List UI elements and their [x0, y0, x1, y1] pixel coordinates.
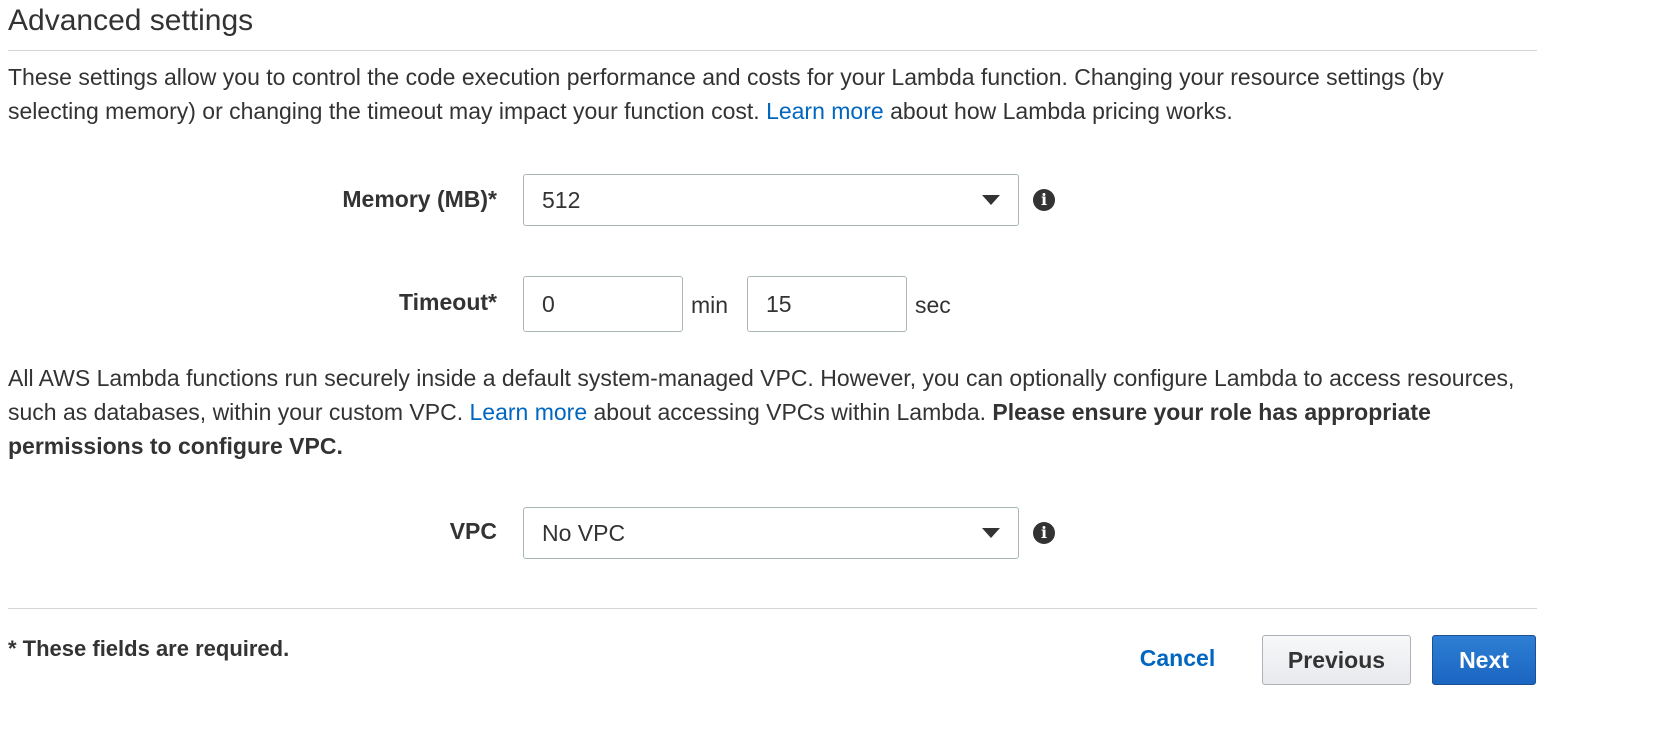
footer-divider	[8, 608, 1537, 609]
section-title: Advanced settings	[8, 4, 254, 37]
vpc-info-text-end: about accessing VPCs within Lambda.	[587, 399, 993, 425]
intro-paragraph: These settings allow you to control the …	[8, 60, 1538, 128]
vpc-select-value: No VPC	[542, 520, 626, 546]
intro-text-end: about how Lambda pricing works.	[883, 98, 1233, 124]
vpc-label: VPC	[449, 518, 497, 544]
previous-button[interactable]: Previous	[1262, 635, 1411, 685]
chevron-down-icon	[982, 528, 1000, 538]
section-divider	[8, 50, 1537, 51]
timeout-label: Timeout*	[399, 289, 497, 315]
seconds-unit-label: sec	[915, 292, 951, 318]
pricing-learn-more-link[interactable]: Learn more	[766, 98, 884, 124]
next-button[interactable]: Next	[1432, 635, 1536, 685]
memory-select-value: 512	[542, 187, 581, 213]
memory-info-icon[interactable]: i	[1033, 189, 1055, 211]
chevron-down-icon	[982, 195, 1000, 205]
required-fields-note: * These fields are required.	[8, 636, 290, 661]
cancel-button[interactable]: Cancel	[1130, 640, 1225, 676]
vpc-select[interactable]: No VPC	[523, 507, 1019, 559]
memory-select[interactable]: 512	[523, 174, 1019, 226]
timeout-seconds-input[interactable]	[747, 276, 907, 332]
vpc-info-icon[interactable]: i	[1033, 522, 1055, 544]
vpc-info-paragraph: All AWS Lambda functions run securely in…	[8, 361, 1538, 463]
minutes-unit-label: min	[691, 292, 729, 318]
memory-label: Memory (MB)*	[342, 186, 497, 212]
vpc-learn-more-link[interactable]: Learn more	[470, 399, 588, 425]
timeout-minutes-input[interactable]	[523, 276, 683, 332]
